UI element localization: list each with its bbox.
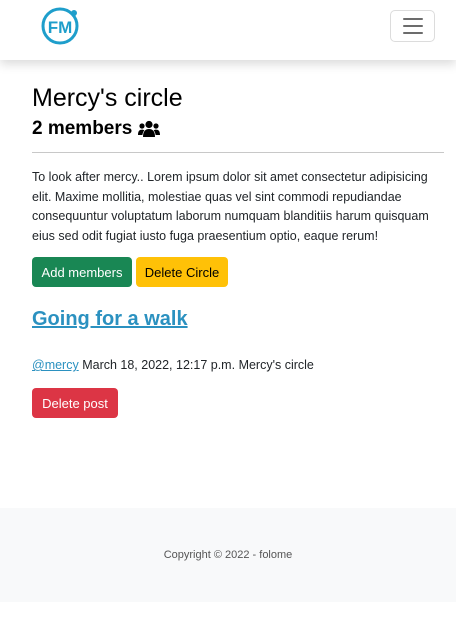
post-author-link[interactable]: @mercy	[32, 358, 79, 372]
users-icon	[138, 120, 161, 137]
divider	[32, 152, 444, 153]
members-count: 2 members	[32, 118, 161, 140]
brand-logo[interactable]: FM	[38, 6, 84, 46]
post-date: March 18, 2022, 12:17 p.m.	[82, 358, 236, 372]
navbar-toggler-button[interactable]	[390, 10, 435, 42]
add-members-button[interactable]: Add members	[32, 257, 132, 287]
circle-description: To look after mercy.. Lorem ipsum dolor …	[32, 170, 429, 243]
circle-title: Mercy's circle	[32, 84, 183, 112]
members-count-text: 2 members	[32, 118, 133, 139]
delete-circle-button[interactable]: Delete Circle	[136, 257, 228, 287]
hamburger-icon	[402, 18, 423, 20]
post-meta: @mercy March 18, 2022, 12:17 p.m. Mercy'…	[32, 358, 314, 372]
footer: Copyright © 2022 - folome	[0, 508, 456, 602]
post-title-link[interactable]: Going for a walk	[32, 308, 188, 331]
copyright-text: Copyright © 2022 - folome	[163, 549, 293, 561]
navbar: FM	[0, 0, 456, 60]
post-circle: Mercy's circle	[238, 358, 314, 372]
delete-post-button[interactable]: Delete post	[32, 388, 118, 418]
brand-logo-text: FM	[48, 18, 73, 37]
